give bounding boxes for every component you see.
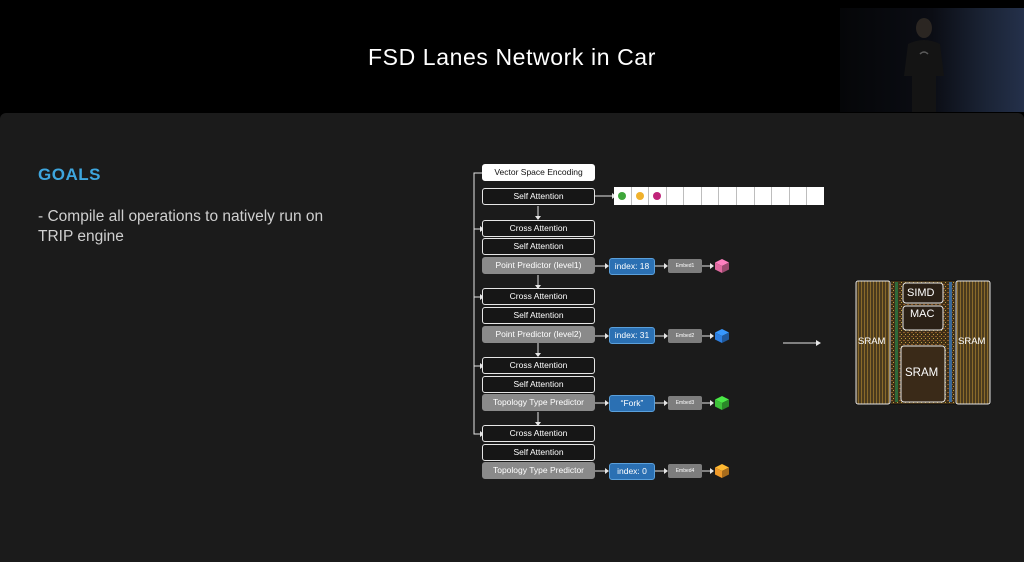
- embed-box: Embed2: [668, 329, 702, 343]
- token-dot: [653, 192, 662, 200]
- cross-attention-box: Cross Attention: [482, 357, 595, 374]
- mac-label: MAC: [910, 308, 935, 320]
- trip-chip-diagram: SRAM SRAM SIMD MAC SRAM: [855, 280, 991, 405]
- point-predictor-level1-box: Point Predictor (level1): [482, 257, 595, 274]
- point-predictor-level2-box: Point Predictor (level2): [482, 326, 595, 343]
- fork-badge: “Fork”: [609, 395, 655, 412]
- self-attention-box: Self Attention: [482, 238, 595, 255]
- topology-type-predictor-box: Topology Type Predictor: [482, 462, 595, 479]
- index-badge: index: 18: [609, 258, 655, 275]
- index-badge: index: 31: [609, 327, 655, 344]
- vector-space-encoding-box: Vector Space Encoding: [482, 164, 595, 181]
- cube-icon: [715, 464, 729, 478]
- self-attention-box: Self Attention: [482, 307, 595, 324]
- self-attention-box: Self Attention: [482, 188, 595, 205]
- cross-attention-box: Cross Attention: [482, 220, 595, 237]
- embed-box: Embed4: [668, 464, 702, 478]
- cube-icon: [715, 329, 729, 343]
- cross-attention-box: Cross Attention: [482, 425, 595, 442]
- index-badge: index: 0: [609, 463, 655, 480]
- self-attention-box: Self Attention: [482, 376, 595, 393]
- embed-box: Embed1: [668, 259, 702, 273]
- self-attention-box: Self Attention: [482, 444, 595, 461]
- simd-label: SIMD: [907, 287, 935, 299]
- token-dot: [618, 192, 627, 200]
- cross-attention-box: Cross Attention: [482, 288, 595, 305]
- cube-icon: [715, 396, 729, 410]
- token-dot: [635, 192, 644, 200]
- embed-box: Embed3: [668, 396, 702, 410]
- topology-type-predictor-box: Topology Type Predictor: [482, 394, 595, 411]
- token-vector: [614, 187, 824, 205]
- sram-right-label: SRAM: [958, 336, 986, 347]
- cube-icon: [715, 259, 729, 273]
- sram-center-label: SRAM: [905, 367, 939, 379]
- sram-left-label: SRAM: [858, 336, 886, 347]
